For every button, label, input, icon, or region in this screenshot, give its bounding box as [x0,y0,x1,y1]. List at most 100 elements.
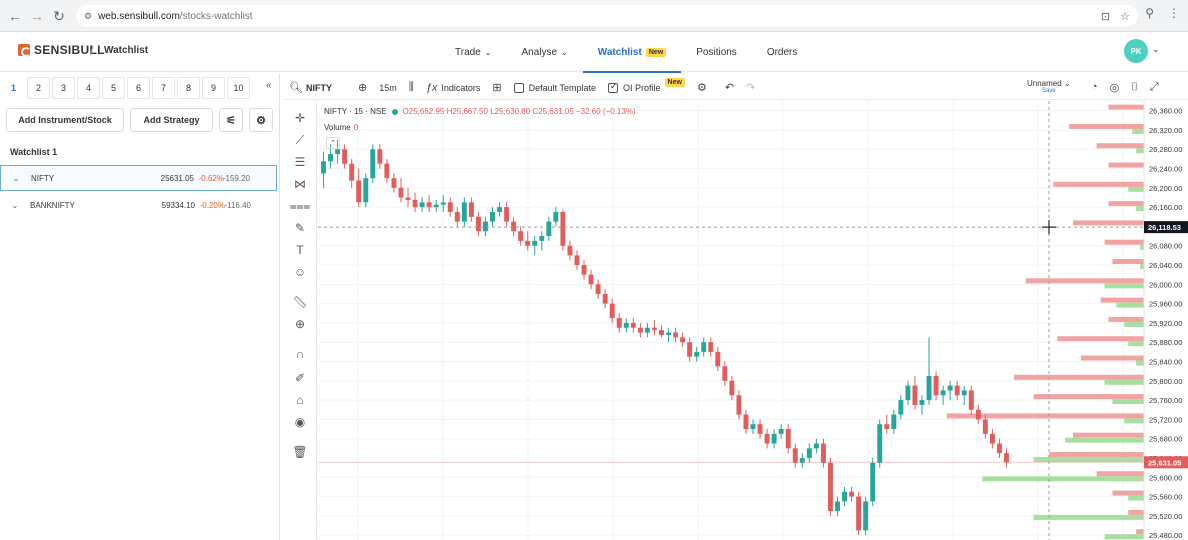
candle-body [553,211,559,222]
layout-grid-icon[interactable]: ⊞ [492,81,501,94]
nav-orders[interactable]: Orders [752,32,813,72]
price-tick-label: 25,920.00 [1149,319,1182,328]
brush-tool-icon[interactable]: ✎ [291,219,309,237]
browser-menu-icon[interactable]: ⋮ [1168,6,1180,20]
candle-body [750,424,756,430]
emoji-tool-icon[interactable]: ☺ [291,263,309,281]
candle-body [391,178,397,188]
magnet-tool-icon[interactable]: ∩ [291,345,309,363]
new-badge: New [645,47,667,57]
settings-gear-icon[interactable]: ⚙ [249,108,273,132]
chevron-down-icon[interactable]: ⌄ [9,174,23,183]
indicators-button[interactable]: ƒx Indicators [426,82,481,94]
chart-settings-icon[interactable]: ⚙ [697,81,707,94]
layout-name[interactable]: Unnamed ⌄ Save [1027,79,1071,94]
oi-put-bar [1132,128,1144,134]
candle-body [377,149,383,164]
checkbox-icon[interactable] [513,82,524,93]
oi-call-bar [1073,220,1144,226]
forward-icon[interactable]: → [26,5,48,27]
undo-icon[interactable]: ↶ [725,81,734,94]
chevron-down-icon: ⌄ [561,47,568,57]
text-tool-icon[interactable]: T [291,241,309,259]
oi-call-bar [1108,201,1144,207]
oi-call-bar [1080,355,1144,361]
candle-body [673,332,679,338]
compare-plus-icon[interactable]: ⊕ [358,81,367,94]
reload-icon[interactable]: ↻ [48,5,70,27]
nav-trade[interactable]: Trade ⌄ [440,32,506,72]
redo-icon[interactable]: ↷ [746,81,755,94]
tab-8[interactable]: 8 [177,77,200,99]
oi-put-bar [1065,437,1144,443]
tab-3[interactable]: 3 [52,77,75,99]
add-strategy-button[interactable]: Add Strategy [130,108,213,132]
candle-style-icon[interactable]: ⫼ [409,81,414,94]
extension-icon[interactable]: ⚲ [1145,6,1154,20]
checkbox-checked-icon[interactable] [608,81,619,93]
eye-tool-icon[interactable]: ◉ [291,413,309,431]
address-bar[interactable]: ⚙ web.sensibull.com/stocks-watchlist ⊡ ☆ [76,5,1138,27]
tab-9[interactable]: 9 [202,77,225,99]
install-app-icon[interactable]: ⊡ [1101,10,1110,23]
ruler-tool-icon[interactable]: 📏︎ [291,293,309,311]
default-template-toggle[interactable]: Default Template [513,82,596,93]
collapse-sidebar-icon[interactable]: « [266,80,272,91]
oi-call-bar [1108,104,1144,110]
lock-tool-icon[interactable]: ⌂ [291,391,309,409]
oi-put-bar [1136,206,1144,212]
horizontal-lines-tool-icon[interactable]: ☰ [291,153,309,171]
add-instrument-button[interactable]: Add Instrument/Stock [6,108,124,132]
alert-clock-icon[interactable]: ◔ [1091,81,1098,94]
trendline-tool-icon[interactable]: ⟋ [291,131,309,149]
bookmark-star-icon[interactable]: ☆ [1120,10,1130,23]
last-price-label: 25,631.05 [1148,458,1181,467]
nav-positions[interactable]: Positions [681,32,752,72]
nav-watchlist[interactable]: Watchlist New [582,32,682,73]
watchlist-ltp: 25631.05 [160,173,194,183]
candle-body [468,202,474,217]
tab-2[interactable]: 2 [27,77,50,99]
watchlist-row[interactable]: ⌄ BANKNIFTY 59334.10 -0.20% -116.40 [0,192,277,218]
collapse-legend-icon[interactable]: ⌃ [326,137,340,149]
price-tick-label: 25,600.00 [1149,473,1182,482]
zoom-in-tool-icon[interactable]: ⊕ [291,315,309,333]
tab-10[interactable]: 10 [227,77,250,99]
chevron-down-icon[interactable]: ⌄ [1152,44,1160,55]
filter-sliders-icon[interactable]: ⚟ [219,108,243,132]
chart-canvas[interactable]: 26,360.00 26,320.00 26,280.00 26,240.00 26,2… [318,101,1188,540]
watchlist-row[interactable]: ⌄ NIFTY 25631.05 -0.62% -159.20 [0,165,277,191]
oi-call-bar [1057,336,1144,342]
oi-call-bar [1033,394,1144,400]
screenshot-target-icon[interactable]: ◎ [1110,81,1120,94]
avatar[interactable]: PK [1124,39,1148,63]
price-tick-label: 26,160.00 [1149,203,1182,212]
candle-body [518,231,524,241]
interval-selector[interactable]: 15m [379,83,397,93]
tab-4[interactable]: 4 [77,77,100,99]
tab-1[interactable]: 1 [2,77,25,99]
candle-body [447,202,453,212]
tab-7[interactable]: 7 [152,77,175,99]
site-info-icon[interactable]: ⚙ [84,11,92,22]
camera-icon[interactable]: ⌷ [1131,81,1138,94]
candle-body [539,236,545,241]
layout-save-label[interactable]: Save [1027,88,1071,94]
back-icon[interactable]: ← [4,5,26,27]
crosshair-tool-icon[interactable]: ✛ [291,109,309,127]
price-chart[interactable]: 26,360.00 26,320.00 26,280.00 26,240.00 26,2… [318,101,1188,540]
price-tick-label: 25,760.00 [1149,396,1182,405]
lock-pencil-tool-icon[interactable]: ✐ [291,369,309,387]
trash-tool-icon[interactable]: 🗑︎ [291,443,309,461]
oi-profile-toggle[interactable]: OI Profile New [608,78,685,93]
pattern-tool-icon[interactable]: ⋈ [291,175,309,193]
symbol-search[interactable]: 🔍︎ NIFTY [289,81,332,94]
fullscreen-icon[interactable]: ⤢ [1150,81,1159,94]
chevron-down-icon[interactable]: ⌄ [8,201,22,210]
tab-6[interactable]: 6 [127,77,150,99]
browser-toolbar: ← → ↻ ⚙ web.sensibull.com/stocks-watchli… [0,0,1188,32]
tab-5[interactable]: 5 [102,77,125,99]
fib-tool-icon[interactable]: ⩶ [290,197,311,215]
candle-body [525,240,531,246]
nav-analyse[interactable]: Analyse ⌄ [506,32,582,72]
